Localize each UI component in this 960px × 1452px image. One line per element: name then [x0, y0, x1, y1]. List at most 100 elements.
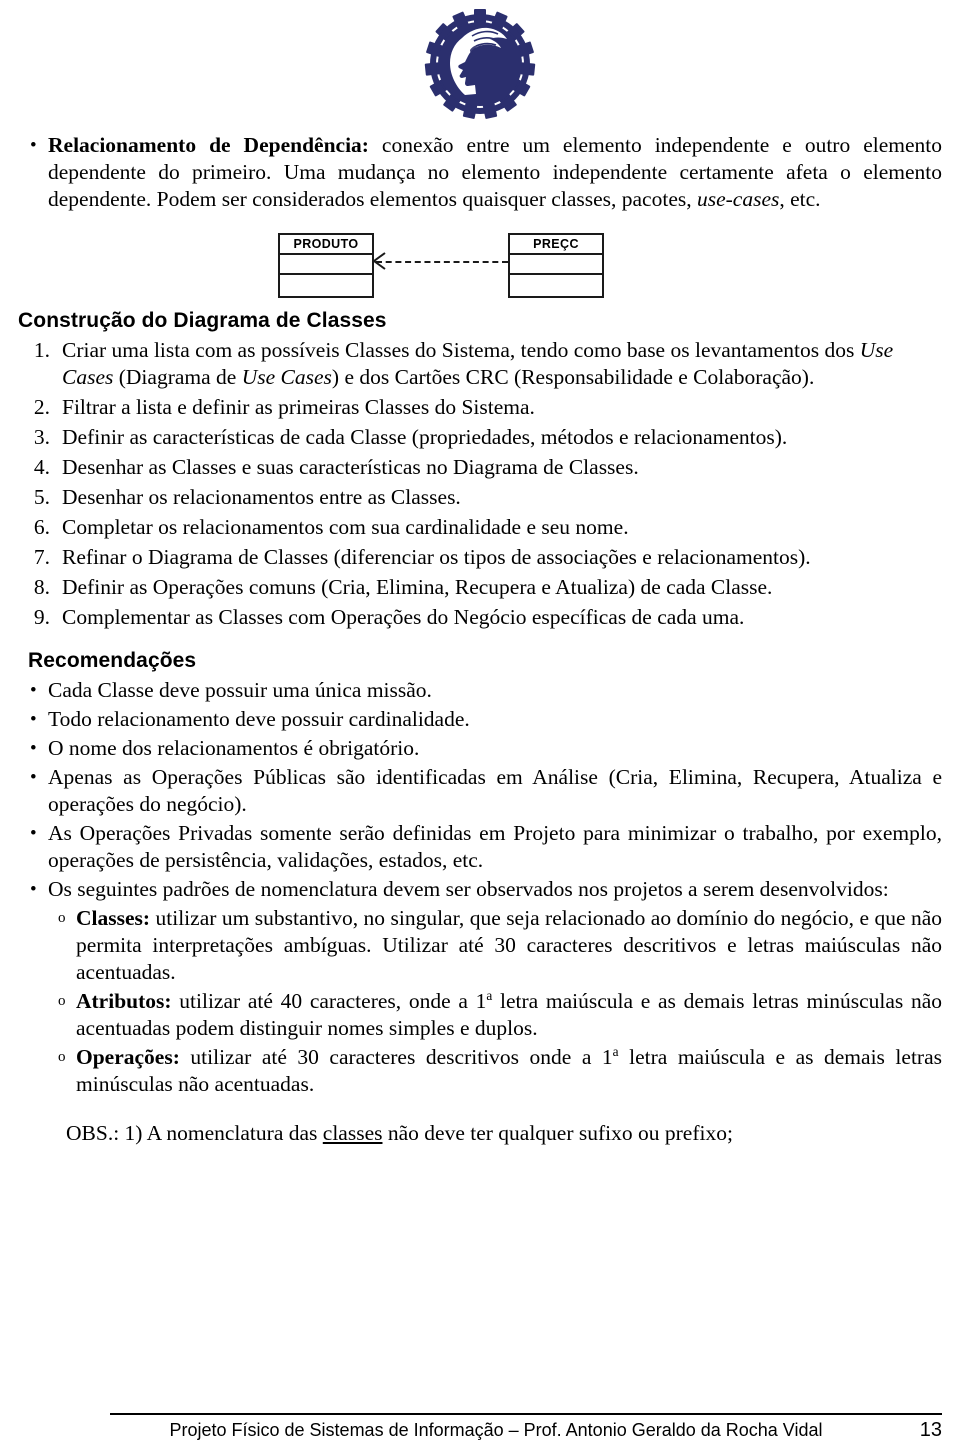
text-run: Definir as Operações comuns (Cria, Elimi…	[62, 575, 773, 599]
step-number: 6.	[33, 515, 50, 539]
step-text: Criar uma lista com as possíveis Classes…	[62, 337, 942, 391]
construcao-step-2: 2. Filtrar a lista e definir as primeiras…	[18, 394, 942, 421]
recomendacao-item-5: • As Operações Privadas somente serão def…	[18, 820, 942, 874]
recomendacao-text: Classes: utilizar um substantivo, no sin…	[76, 905, 942, 986]
text-underline: classes	[322, 1121, 383, 1145]
step-text: Desenhar as Classes e suas característic…	[62, 454, 942, 481]
text-run: Completar os relacionamentos com sua car…	[62, 515, 629, 539]
recomendacao-item-1: • Cada Classe deve possuir uma única miss…	[18, 677, 942, 704]
gear-head-logo-icon	[424, 9, 536, 119]
section-heading-construcao: Construção do Diagrama de Classes	[18, 309, 387, 332]
recomendacao-item-2: • Todo relacionamento deve possuir cardin…	[18, 706, 942, 733]
sub-bullet-marker: o	[58, 1049, 66, 1065]
text-run: Definir as características de cada Class…	[62, 425, 788, 449]
text-bold: Operações:	[76, 1045, 180, 1069]
text-run: não deve ter qualquer sufixo ou prefixo;	[382, 1121, 733, 1145]
construcao-step-4: 4. Desenhar as Classes e suas característ…	[18, 454, 942, 481]
recomendacao-item-9: o Operações: utilizar até 30 caracteres d…	[18, 1044, 942, 1098]
recomendacao-text: Atributos: utilizar até 40 caracteres, o…	[76, 988, 942, 1042]
construcao-step-8: 8. Definir as Operações comuns (Cria, Eli…	[18, 574, 942, 601]
bullet-marker: •	[30, 738, 37, 759]
text-run: Apenas as Operações Públicas são identif…	[48, 765, 942, 816]
uml-open-arrowhead-icon	[372, 252, 386, 270]
sub-bullet-marker: o	[58, 910, 66, 926]
text-italic: Use Cases	[241, 365, 332, 389]
recomendacao-text: Operações: utilizar até 30 caracteres de…	[76, 1044, 942, 1098]
text-run: Cada Classe deve possuir uma única missã…	[48, 678, 432, 702]
step-text: Definir as características de cada Class…	[62, 424, 942, 451]
page-footer: Projeto Físico de Sistemas de Informação…	[110, 1413, 942, 1442]
construcao-step-7: 7. Refinar o Diagrama de Classes (diferen…	[18, 544, 942, 571]
text-run: Todo relacionamento deve possuir cardina…	[48, 707, 470, 731]
dependency-bullet: • Relacionamento de Dependência: conexão…	[18, 132, 942, 213]
sub-bullet-marker: o	[58, 993, 66, 1009]
dependency-bullet-tail: , etc.	[779, 187, 821, 211]
construcao-step-5: 5. Desenhar os relacionamentos entre as C…	[18, 484, 942, 511]
text-run: O nome dos relacionamentos é obrigatório…	[48, 736, 420, 760]
dependency-bullet-text: Relacionamento de Dependência: conexão e…	[48, 132, 942, 213]
construcao-step-6: 6. Completar os relacionamentos com sua c…	[18, 514, 942, 541]
text-run: utilizar até 30 caracteres descritivos o…	[179, 1045, 613, 1069]
step-number: 7.	[33, 545, 50, 569]
recomendacoes-list: • Cada Classe deve possuir uma única miss…	[18, 677, 942, 1098]
step-text: Completar os relacionamentos com sua car…	[62, 514, 942, 541]
step-number: 5.	[33, 485, 50, 509]
construcao-step-3: 3. Definir as características de cada Cla…	[18, 424, 942, 451]
text-run: ) e dos Cartões CRC (Responsabilidade e …	[331, 365, 815, 389]
uml-dependency-dashed-line	[376, 261, 508, 263]
dependency-bullet-lead: Relacionamento de Dependência:	[48, 133, 369, 157]
step-number: 4.	[33, 455, 50, 479]
text-run: OBS.: 1) A nomenclatura das	[66, 1121, 323, 1145]
recomendacao-item-6: • Os seguintes padrões de nomenclatura de…	[18, 876, 942, 903]
text-run: Filtrar a lista e definir as primeiras C…	[62, 395, 535, 419]
step-text: Desenhar os relacionamentos entre as Cla…	[62, 484, 942, 511]
text-run: Desenhar as Classes e suas característic…	[62, 455, 639, 479]
bullet-marker: •	[30, 135, 37, 156]
document-page: • Relacionamento de Dependência: conexão…	[0, 0, 960, 1452]
document-content: • Relacionamento de Dependência: conexão…	[18, 132, 942, 1147]
uml-class-produto-operations	[280, 275, 372, 296]
recomendacao-text: O nome dos relacionamentos é obrigatório…	[48, 735, 942, 762]
uml-class-preco-name: PREÇC	[510, 235, 602, 255]
text-run: Criar uma lista com as possíveis Classes…	[62, 338, 860, 362]
bullet-marker: •	[30, 680, 37, 701]
text-bold: Classes:	[76, 906, 151, 930]
recomendacao-item-4: • Apenas as Operações Públicas são identi…	[18, 764, 942, 818]
bullet-marker: •	[30, 823, 37, 844]
dependency-bullet-italic: use-cases	[696, 187, 780, 211]
step-number: 2.	[33, 395, 50, 419]
text-run: utilizar um substantivo, no singular, qu…	[76, 906, 942, 984]
construcao-step-1: 1. Criar uma lista com as possíveis Class…	[18, 337, 942, 391]
uml-class-produto-attributes	[280, 255, 372, 275]
text-bold: Atributos:	[76, 989, 172, 1013]
bullet-marker: •	[30, 879, 37, 900]
uml-dependency-diagram: PRODUTO PREÇC	[18, 223, 942, 301]
step-text: Complementar as Classes com Operações do…	[62, 604, 942, 631]
obs-note: OBS.: 1) A nomenclatura das classes não …	[18, 1120, 942, 1147]
uml-class-preco-attributes	[510, 255, 602, 275]
footer-divider	[110, 1413, 942, 1415]
step-number: 9.	[33, 605, 50, 629]
recomendacao-text: Apenas as Operações Públicas são identif…	[48, 764, 942, 818]
footer-course-title: Projeto Físico de Sistemas de Informação…	[169, 1420, 823, 1440]
uml-class-preco-operations	[510, 275, 602, 296]
recomendacao-text: Cada Classe deve possuir uma única missã…	[48, 677, 942, 704]
recomendacao-text: Todo relacionamento deve possuir cardina…	[48, 706, 942, 733]
recomendacao-item-7: o Classes: utilizar um substantivo, no si…	[18, 905, 942, 986]
institution-logo	[0, 8, 960, 120]
text-run: As Operações Privadas somente serão defi…	[48, 821, 942, 872]
bullet-marker: •	[30, 767, 37, 788]
text-run: (Diagrama de	[113, 365, 242, 389]
text-run: Os seguintes padrões de nomenclatura dev…	[48, 877, 889, 901]
construcao-step-9: 9. Complementar as Classes com Operações …	[18, 604, 942, 631]
text-run: Desenhar os relacionamentos entre as Cla…	[62, 485, 461, 509]
footer-page-number: 13	[919, 1419, 942, 1441]
step-number: 3.	[33, 425, 50, 449]
step-number: 8.	[33, 575, 50, 599]
text-run: utilizar até 40 caracteres, onde a 1	[171, 989, 487, 1013]
uml-class-preco: PREÇC	[508, 233, 604, 298]
step-text: Filtrar a lista e definir as primeiras C…	[62, 394, 942, 421]
text-run: Refinar o Diagrama de Classes (diferenci…	[62, 545, 811, 569]
recomendacao-item-8: o Atributos: utilizar até 40 caracteres, …	[18, 988, 942, 1042]
recomendacao-text: As Operações Privadas somente serão defi…	[48, 820, 942, 874]
